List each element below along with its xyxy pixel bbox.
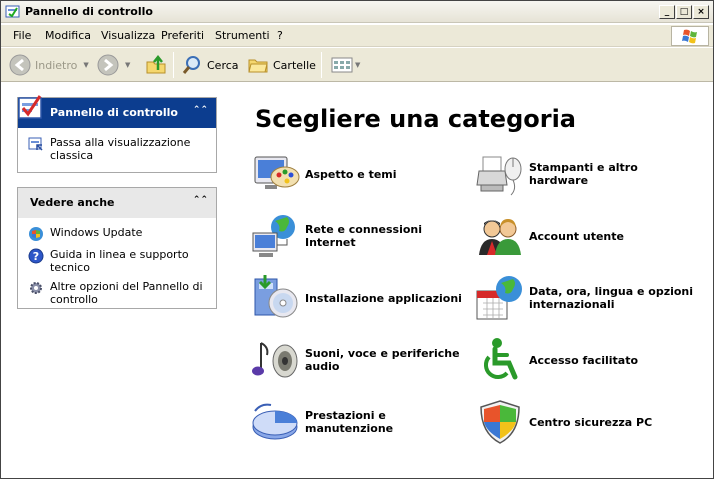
control-panel-box-header[interactable]: Pannello di controllo ⌃⌃: [18, 95, 216, 128]
minimize-button[interactable]: _: [659, 5, 675, 19]
views-icon: [331, 57, 353, 73]
window-title: Pannello di controllo: [25, 5, 153, 18]
category-sound[interactable]: Suoni, voce e periferiche audio: [251, 335, 471, 385]
folders-icon: [248, 59, 268, 73]
category-printers-label: Stampanti e altro hardware: [529, 161, 638, 187]
gear-icon: [30, 282, 42, 294]
windows-update-label: Windows Update: [50, 226, 143, 239]
sound-icon: [252, 342, 298, 378]
category-accessibility-label: Accesso facilitato: [529, 353, 639, 367]
see-also-box: Vedere anche ⌃⌃ Windows Update ? Guida i…: [17, 187, 217, 309]
menu-visualizza[interactable]: Visualizza: [101, 29, 155, 42]
category-network-label: Rete e connessioni Internet: [305, 223, 422, 249]
back-button[interactable]: Indietro ▼: [9, 53, 89, 77]
search-label: Cerca: [207, 58, 239, 72]
switch-classic-view-link[interactable]: Passa alla visualizzazione classica: [28, 136, 208, 162]
users-icon: [479, 219, 521, 255]
up-folder-icon: [146, 54, 166, 74]
control-panel-box-body: Passa alla visualizzazione classica: [18, 128, 216, 176]
views-button[interactable]: ▼: [331, 53, 360, 77]
collapse-chevron-icon[interactable]: ⌃⌃: [193, 195, 208, 205]
windows-logo: [671, 26, 709, 46]
category-accessibility[interactable]: Accesso facilitato: [475, 335, 695, 385]
back-arrow-icon: [9, 54, 31, 76]
category-network[interactable]: Rete e connessioni Internet: [251, 211, 471, 261]
menu-modifica[interactable]: Modifica: [45, 29, 91, 42]
toolbar-separator: [321, 52, 322, 78]
views-dropdown-icon[interactable]: ▼: [355, 61, 360, 69]
see-also-title: Vedere anche: [30, 196, 115, 209]
back-label: Indietro: [35, 58, 78, 72]
appearance-icon: [254, 156, 300, 189]
category-install-label: Installazione applicazioni: [305, 291, 462, 305]
control-panel-icon: [5, 5, 20, 18]
content-area: Pannello di controllo ⌃⌃ Passa alla visu…: [1, 83, 713, 478]
category-datetime-label: Data, ora, lingua e opzioni internaziona…: [529, 285, 694, 311]
control-panel-box: Pannello di controllo ⌃⌃ Passa alla visu…: [17, 95, 217, 176]
shield-icon: [480, 400, 520, 444]
category-security-center[interactable]: Centro sicurezza PC: [475, 397, 695, 447]
control-panel-window: Pannello di controllo _ □ × File Modific…: [0, 0, 714, 479]
category-user-accounts-label: Account utente: [529, 229, 624, 243]
category-sound-label: Suoni, voce e periferiche audio: [305, 347, 460, 373]
page-title: Scegliere una categoria: [255, 105, 576, 133]
category-security-center-label: Centro sicurezza PC: [529, 415, 653, 429]
folders-label: Cartelle: [273, 58, 316, 72]
collapse-chevron-icon[interactable]: ⌃⌃: [193, 105, 208, 115]
category-performance-label: Prestazioni e manutenzione: [305, 409, 394, 435]
forward-arrow-icon: [97, 54, 119, 76]
up-folder-button[interactable]: [145, 53, 167, 77]
svg-text:?: ?: [33, 250, 39, 263]
help-support-label: Guida in linea e supporto tecnico: [50, 248, 189, 274]
category-datetime[interactable]: Data, ora, lingua e opzioni internaziona…: [475, 273, 695, 323]
close-button[interactable]: ×: [693, 5, 709, 19]
forward-button[interactable]: ▼: [97, 53, 130, 77]
category-user-accounts[interactable]: Account utente: [475, 211, 695, 261]
category-printers[interactable]: Stampanti e altro hardware: [475, 149, 695, 199]
datetime-icon: [476, 276, 522, 320]
classic-view-icon: [28, 137, 43, 151]
title-bar[interactable]: Pannello di controllo _ □ ×: [1, 1, 713, 23]
category-performance[interactable]: Prestazioni e manutenzione: [251, 397, 471, 447]
network-icon: [252, 215, 295, 257]
search-icon: [182, 56, 200, 74]
forward-dropdown-icon[interactable]: ▼: [125, 61, 130, 69]
category-appearance-label: Aspetto e temi: [305, 167, 397, 181]
task-pane: Pannello di controllo ⌃⌃ Passa alla visu…: [1, 83, 231, 478]
toolbar-separator: [173, 52, 174, 78]
windows-update-link[interactable]: Windows Update: [28, 226, 208, 242]
menu-preferiti[interactable]: Preferiti: [161, 29, 204, 42]
menu-file[interactable]: File: [13, 29, 31, 42]
folders-button[interactable]: Cartelle: [247, 53, 316, 77]
category-appearance[interactable]: Aspetto e temi: [251, 149, 471, 199]
toolbar: Indietro ▼ ▼ Cerca Cartelle ▼: [1, 48, 713, 82]
see-also-box-header[interactable]: Vedere anche ⌃⌃: [18, 188, 216, 218]
search-button[interactable]: Cerca: [181, 53, 239, 77]
menu-help[interactable]: ?: [277, 29, 283, 42]
menu-bar: File Modifica Visualizza Preferiti Strum…: [1, 25, 713, 47]
other-options-link[interactable]: Altre opzioni del Pannello di controllo: [28, 280, 208, 306]
back-dropdown-icon[interactable]: ▼: [83, 61, 88, 69]
help-support-link[interactable]: ? Guida in linea e supporto tecnico: [28, 248, 208, 274]
other-options-label: Altre opzioni del Pannello di controllo: [50, 280, 203, 306]
control-panel-box-title: Pannello di controllo: [50, 106, 178, 119]
accessibility-icon: [483, 338, 518, 380]
category-install[interactable]: Installazione applicazioni: [251, 273, 471, 323]
control-panel-icon: [18, 95, 42, 119]
windows-update-icon: [29, 227, 43, 241]
help-icon: ?: [28, 248, 44, 264]
see-also-box-body: Windows Update ? Guida in linea e suppor…: [18, 218, 216, 320]
performance-icon: [252, 403, 298, 440]
maximize-button[interactable]: □: [676, 5, 692, 19]
printer-icon: [476, 156, 522, 196]
menu-strumenti[interactable]: Strumenti: [215, 29, 270, 42]
switch-classic-view-label: Passa alla visualizzazione classica: [50, 136, 191, 162]
install-icon: [254, 275, 298, 318]
